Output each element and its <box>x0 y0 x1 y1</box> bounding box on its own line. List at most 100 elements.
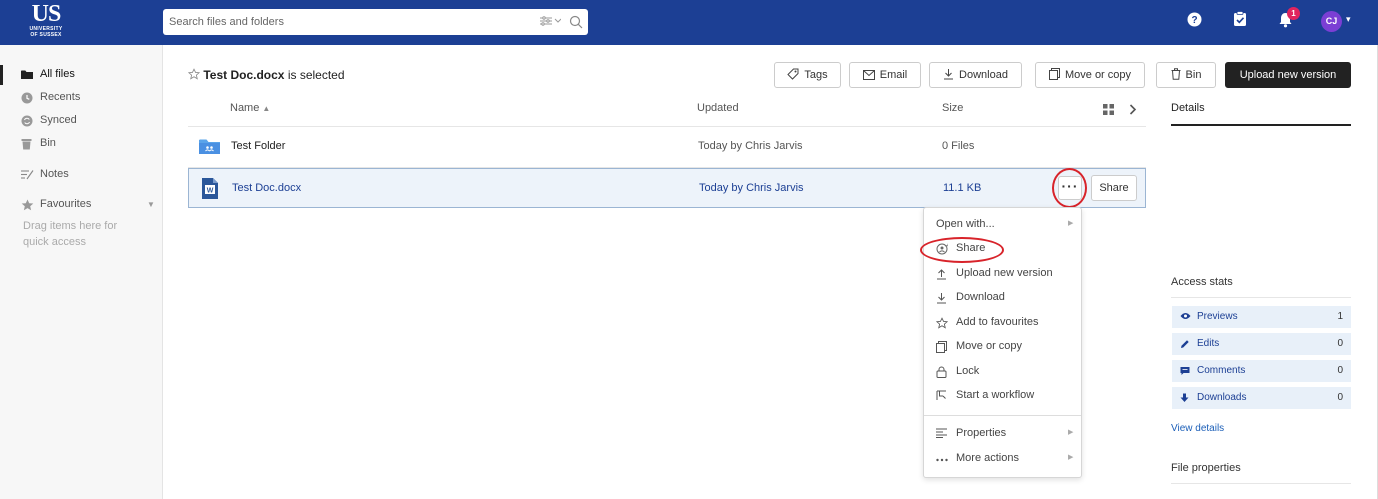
upload-new-version-button[interactable]: Upload new version <box>1225 62 1351 88</box>
row-updated: Today by Chris Jarvis <box>699 182 804 194</box>
move-copy-button[interactable]: Move or copy <box>1035 62 1145 88</box>
stat-label: Comments <box>1197 365 1246 376</box>
column-header-size[interactable]: Size <box>942 102 963 114</box>
sidebar-item-label: Bin <box>40 137 56 149</box>
chevron-right-icon: ▶ <box>1068 429 1074 436</box>
clock-icon <box>21 92 33 107</box>
logo-line-2: OF SUSSEX <box>30 32 62 38</box>
email-label: Email <box>879 69 908 81</box>
tags-button[interactable]: Tags <box>774 62 841 88</box>
search-icon[interactable] <box>569 15 583 32</box>
download-icon <box>944 69 954 80</box>
sidebar-item-all-files[interactable]: All files <box>0 65 163 85</box>
column-header-name[interactable]: Name ▲ <box>230 102 270 114</box>
chevron-down-icon[interactable]: ▾ <box>1346 14 1351 25</box>
email-button[interactable]: Email <box>849 62 921 88</box>
sidebar-item-favourites[interactable]: Favourites ▼ <box>0 195 163 215</box>
university-logo[interactable]: US UNIVERSITY OF SUSSEX <box>24 2 68 38</box>
menu-item-properties[interactable]: Properties ▶ <box>924 423 1081 445</box>
sidebar: All files Recents Synced Bin Notes Favou… <box>0 45 163 499</box>
tags-label: Tags <box>804 69 828 81</box>
sidebar-item-recents[interactable]: Recents <box>0 88 163 108</box>
copy-icon <box>936 341 947 356</box>
favourites-hint: Drag items here for quick access <box>23 220 118 248</box>
search-box <box>163 9 588 35</box>
menu-item-move-or-copy[interactable]: Move or copy <box>924 336 1081 358</box>
sidebar-item-bin[interactable]: Bin <box>0 134 163 154</box>
download-button[interactable]: Download <box>929 62 1022 88</box>
menu-item-open-with[interactable]: Open with... ▶ <box>924 214 1081 236</box>
access-stats-heading: Access stats <box>1171 276 1233 288</box>
stat-label: Previews <box>1197 311 1238 322</box>
menu-item-label: Move or copy <box>956 340 1023 352</box>
table-row[interactable]: W Test Doc.docx Today by Chris Jarvis 11… <box>188 168 1146 208</box>
section-divider <box>1171 297 1351 298</box>
menu-item-start-workflow[interactable]: Start a workflow <box>924 385 1081 407</box>
sidebar-item-label: Recents <box>40 91 81 103</box>
sidebar-item-label: All files <box>40 68 75 80</box>
menu-item-label: Start a workflow <box>956 389 1035 401</box>
notes-icon <box>21 169 34 183</box>
avatar[interactable]: CJ <box>1321 11 1342 32</box>
file-properties-heading[interactable]: File properties <box>1171 462 1241 474</box>
view-details-link[interactable]: View details <box>1171 423 1224 434</box>
pencil-icon <box>1180 339 1190 352</box>
highlight-ellipse <box>920 237 1004 263</box>
workflow-icon <box>936 390 947 404</box>
menu-item-label: Properties <box>956 427 1007 439</box>
menu-item-add-to-favourites[interactable]: Add to favourites <box>924 312 1081 334</box>
menu-item-label: Upload new version <box>956 267 1053 279</box>
menu-item-label: Add to favourites <box>956 316 1039 328</box>
sort-ascending-icon: ▲ <box>262 104 271 113</box>
row-name[interactable]: Test Folder <box>231 140 285 152</box>
folder-icon <box>21 69 33 83</box>
sidebar-item-synced[interactable]: Synced <box>0 111 163 131</box>
chevron-down-icon[interactable]: ▼ <box>147 200 155 209</box>
filter-icon[interactable] <box>539 15 562 30</box>
stat-edits: Edits 0 <box>1172 333 1351 355</box>
stat-value: 0 <box>1337 338 1343 349</box>
table-row[interactable]: Test Folder Today by Chris Jarvis 0 File… <box>188 127 1146 167</box>
lock-icon <box>936 366 947 381</box>
shared-folder-icon <box>199 137 220 158</box>
share-button[interactable]: Share <box>1091 175 1137 201</box>
column-header-updated[interactable]: Updated <box>697 102 739 114</box>
download-arrow-icon <box>1180 393 1189 406</box>
mail-icon <box>862 70 875 80</box>
tasks-icon[interactable] <box>1233 11 1247 30</box>
selection-suffix: is selected <box>287 68 345 82</box>
stat-label: Edits <box>1197 338 1220 349</box>
grid-view-icon[interactable] <box>1103 104 1114 118</box>
sidebar-item-label: Synced <box>40 114 77 126</box>
menu-item-lock[interactable]: Lock <box>924 361 1081 383</box>
menu-item-upload-new-version[interactable]: Upload new version <box>924 263 1081 285</box>
row-name[interactable]: Test Doc.docx <box>232 182 301 194</box>
row-size: 0 Files <box>942 140 975 152</box>
sidebar-item-notes[interactable]: Notes <box>0 165 163 185</box>
stat-comments: Comments 0 <box>1172 360 1351 382</box>
help-icon[interactable]: ? <box>1187 12 1202 30</box>
tab-details[interactable]: Details <box>1171 102 1205 114</box>
menu-item-label: Download <box>956 291 1005 303</box>
menu-item-label: Lock <box>956 365 980 377</box>
copy-icon <box>1048 68 1060 80</box>
chevron-right-icon[interactable] <box>1129 104 1137 118</box>
star-icon[interactable] <box>187 68 201 82</box>
row-size: 11.1 KB <box>943 182 982 194</box>
notification-badge: 1 <box>1287 7 1300 20</box>
menu-item-more-actions[interactable]: More actions ▶ <box>924 448 1081 470</box>
section-divider <box>1171 483 1351 484</box>
bin-button[interactable]: Bin <box>1156 62 1216 88</box>
comment-icon <box>1180 366 1190 379</box>
star-icon <box>21 199 34 214</box>
upload-icon <box>936 268 947 283</box>
sidebar-item-label: Notes <box>40 168 69 180</box>
search-input[interactable] <box>163 9 523 35</box>
row-updated: Today by Chris Jarvis <box>698 140 803 152</box>
stat-label: Downloads <box>1197 392 1247 403</box>
menu-item-download[interactable]: Download <box>924 287 1081 309</box>
stat-value: 0 <box>1337 365 1343 376</box>
eye-icon <box>1180 312 1191 323</box>
svg-text:W: W <box>207 187 214 194</box>
download-label: Download <box>959 69 1008 81</box>
